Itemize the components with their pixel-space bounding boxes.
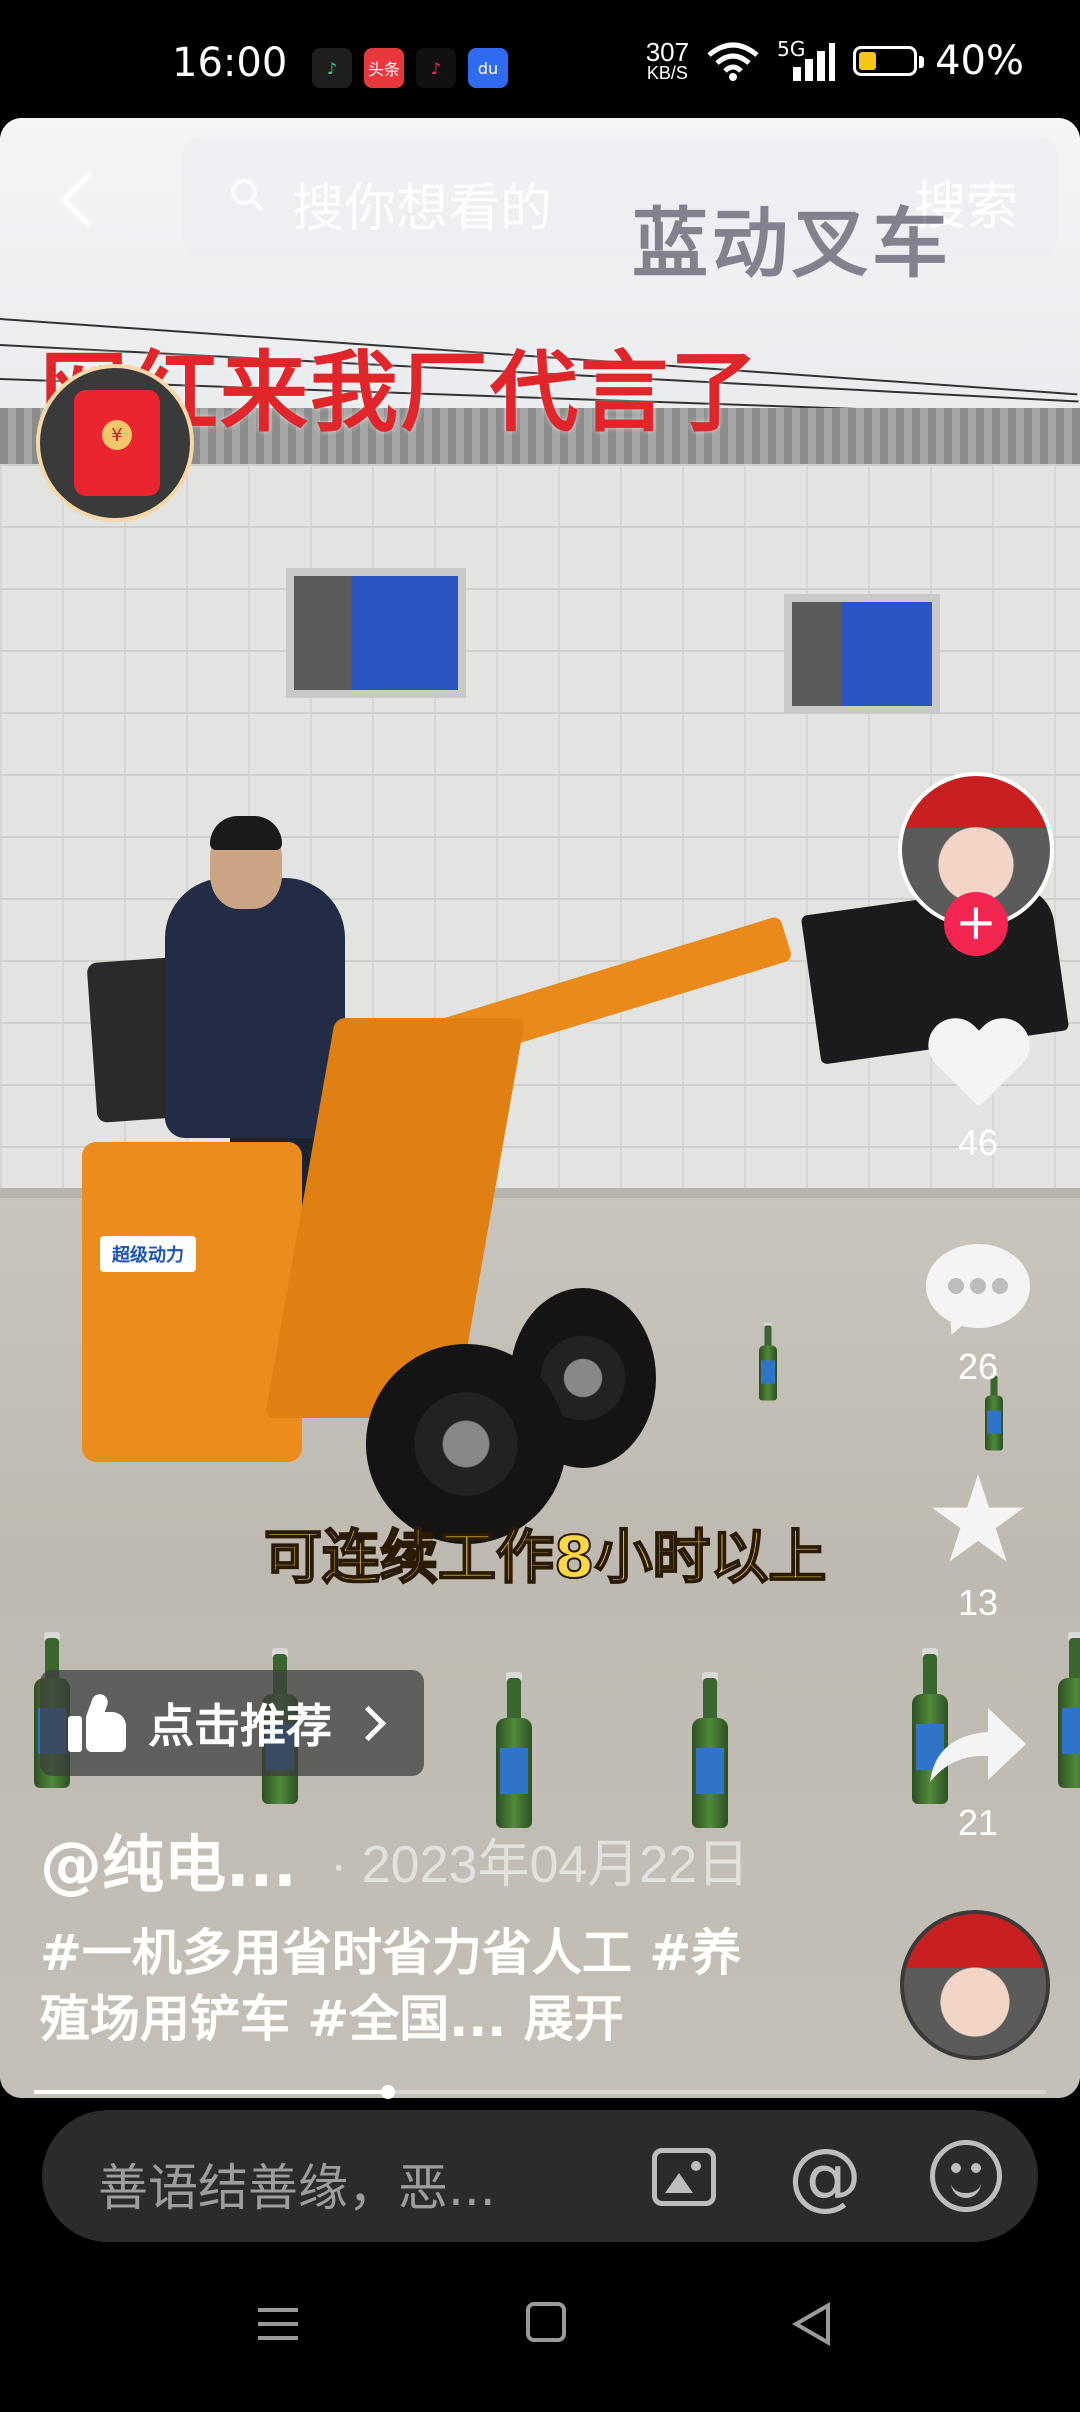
red-packet-icon: ¥ [74, 390, 160, 496]
status-time: 16:00 [172, 40, 288, 86]
battery-icon [853, 46, 925, 76]
like-count: 46 [957, 1122, 999, 1163]
favorite-button[interactable]: ★ 13 [918, 1451, 1038, 1624]
post-date: · 2023年04月22日 [330, 1836, 750, 1894]
driver-body [165, 878, 345, 1138]
status-right: 307 KB/S 5G 40% [645, 37, 1024, 84]
qq-music-icon: ♪ [312, 48, 352, 88]
emoji-icon[interactable] [930, 2140, 1002, 2212]
video-progress-bar[interactable] [34, 2085, 1046, 2099]
net-speed-value: 307 [645, 37, 690, 67]
mention-icon[interactable]: @ [788, 2139, 862, 2213]
share-count: 21 [957, 1802, 999, 1843]
search-placeholder: 搜你想看的 [292, 179, 553, 239]
comment-count: 26 [957, 1346, 999, 1387]
search-icon [231, 179, 264, 212]
comment-placeholder: 善语结善缘，恶... [98, 2159, 496, 2217]
expand-button[interactable]: 展开 [524, 1990, 624, 2048]
wifi-icon [707, 42, 759, 81]
status-app-icons: ♪ 头条 ♪ du [312, 48, 508, 88]
thumbs-up-icon [68, 1692, 126, 1752]
driver-hair [210, 816, 282, 850]
recent-apps-button[interactable] [258, 2304, 298, 2344]
beer-bottle [496, 1672, 532, 1828]
beer-bottle [692, 1672, 728, 1828]
loader-sticker: 超级动力 [100, 1236, 196, 1272]
star-icon: ★ [924, 1451, 1032, 1590]
music-disc[interactable] [900, 1910, 1050, 2060]
signal-bars-icon [793, 43, 836, 81]
battery-percent: 40% [935, 38, 1024, 84]
beer-bottle [759, 1322, 777, 1401]
battery-fill [859, 52, 877, 70]
toutiao-icon: 头条 [364, 48, 404, 88]
net-speed: 307 KB/S [645, 37, 690, 83]
post-hashtags[interactable]: #一机多用省时省力省人工 #养殖场用铲车 #全国... [40, 1924, 741, 2048]
heart-icon [926, 1020, 1030, 1116]
video-watermark: 蓝动叉车 [632, 199, 952, 288]
follow-button[interactable]: + [944, 892, 1008, 956]
douyin-icon: ♪ [416, 48, 456, 88]
back-button[interactable] [50, 160, 110, 240]
system-nav-bar [0, 2260, 1080, 2412]
comment-input-bar[interactable]: 善语结善缘，恶... @ [42, 2110, 1038, 2242]
comment-button[interactable]: 26 [918, 1244, 1038, 1388]
beer-bottle [1058, 1632, 1080, 1788]
comment-icon [926, 1244, 1030, 1340]
share-icon [930, 1708, 1026, 1782]
like-button[interactable]: 46 [918, 1020, 1038, 1164]
video-subtitle: 可连续工作8小时以上 [263, 1522, 827, 1592]
image-icon[interactable] [652, 2148, 716, 2206]
back-nav-button[interactable] [792, 2302, 830, 2346]
red-packet-button[interactable]: ¥ [36, 364, 194, 522]
video-progress-fill [34, 2090, 389, 2094]
status-bar: 16:00 ♪ 头条 ♪ du 307 KB/S 5G 40% [0, 0, 1080, 120]
author-name[interactable]: @纯电... [40, 1814, 297, 1904]
baidu-icon: du [468, 48, 508, 88]
chevron-right-icon [350, 1705, 387, 1741]
recommend-chip[interactable]: 点击推荐 [40, 1670, 424, 1776]
red-packet-seal: ¥ [102, 420, 132, 450]
net-speed-unit: KB/S [646, 63, 688, 83]
share-button[interactable]: 21 [918, 1696, 1038, 1844]
cell-signal: 5G [777, 37, 836, 81]
post-description: #一机多用省时省力省人工 #养殖场用铲车 #全国... 展开 [40, 1920, 780, 2052]
recommend-label: 点击推荐 [148, 1699, 332, 1753]
home-button[interactable] [526, 2302, 566, 2342]
